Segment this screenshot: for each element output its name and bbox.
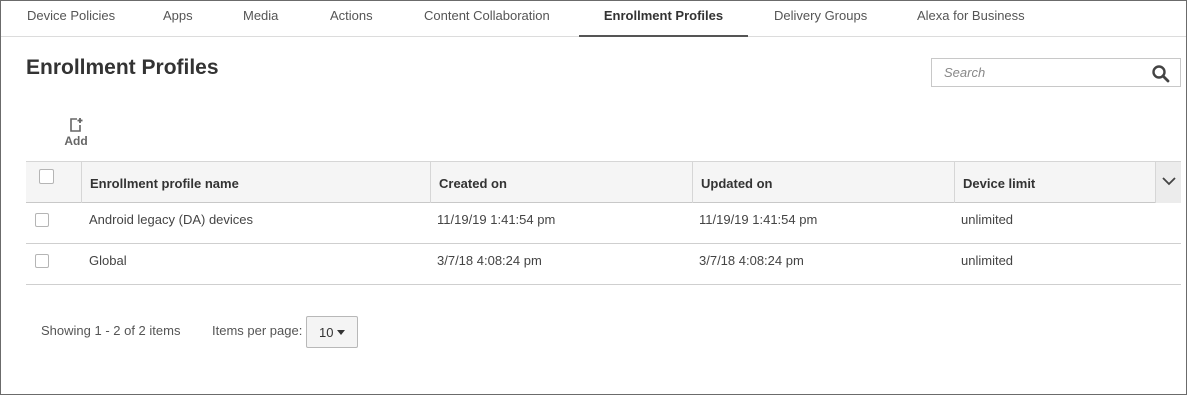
- cell-device-limit: unlimited: [961, 212, 1014, 227]
- column-header-created[interactable]: Created on: [430, 162, 692, 203]
- search-icon[interactable]: [1151, 64, 1171, 84]
- items-per-page-select[interactable]: 10: [306, 316, 358, 348]
- add-label: Add: [64, 134, 88, 148]
- pagination-summary: Showing 1 - 2 of 2 items: [41, 323, 181, 338]
- table-row[interactable]: Android legacy (DA) devices 11/19/19 1:4…: [26, 203, 1181, 244]
- cell-created: 3/7/18 4:08:24 pm: [437, 253, 542, 268]
- items-per-page-label: Items per page:: [212, 323, 303, 338]
- cell-updated: 11/19/19 1:41:54 pm: [699, 212, 818, 227]
- tab-media[interactable]: Media: [243, 1, 278, 37]
- table-row[interactable]: Global 3/7/18 4:08:24 pm 3/7/18 4:08:24 …: [26, 244, 1181, 285]
- tab-delivery-groups[interactable]: Delivery Groups: [774, 1, 867, 37]
- row-checkbox[interactable]: [35, 254, 49, 268]
- table-header: Enrollment profile name Created on Updat…: [26, 161, 1181, 203]
- app-frame: Device Policies Apps Media Actions Conte…: [0, 0, 1187, 395]
- cell-device-limit: unlimited: [961, 253, 1014, 268]
- tab-actions[interactable]: Actions: [330, 1, 373, 37]
- column-menu-button[interactable]: [1155, 162, 1181, 203]
- column-header-name[interactable]: Enrollment profile name: [81, 162, 430, 203]
- column-header-device-limit[interactable]: Device limit: [954, 162, 1155, 203]
- search-input[interactable]: [936, 61, 1146, 84]
- caret-down-icon: [337, 330, 345, 335]
- column-header-updated[interactable]: Updated on: [692, 162, 954, 203]
- tab-bar: Device Policies Apps Media Actions Conte…: [1, 1, 1186, 37]
- tab-apps[interactable]: Apps: [163, 1, 193, 37]
- search-box: [931, 58, 1181, 87]
- profiles-table: Enrollment profile name Created on Updat…: [26, 161, 1181, 285]
- add-button[interactable]: Add: [61, 117, 91, 151]
- cell-name: Global: [89, 253, 127, 268]
- tab-content-collaboration[interactable]: Content Collaboration: [424, 1, 550, 37]
- page-title: Enrollment Profiles: [26, 56, 219, 79]
- tab-device-policies[interactable]: Device Policies: [27, 1, 115, 37]
- tab-enrollment-profiles[interactable]: Enrollment Profiles: [579, 1, 748, 37]
- row-checkbox[interactable]: [35, 213, 49, 227]
- cell-name: Android legacy (DA) devices: [89, 212, 254, 227]
- add-document-icon: [61, 117, 91, 133]
- cell-updated: 3/7/18 4:08:24 pm: [699, 253, 804, 268]
- tab-alexa-for-business[interactable]: Alexa for Business: [917, 1, 1025, 37]
- cell-created: 11/19/19 1:41:54 pm: [437, 212, 556, 227]
- items-per-page-value: 10: [319, 325, 334, 340]
- select-all-checkbox[interactable]: [39, 169, 54, 184]
